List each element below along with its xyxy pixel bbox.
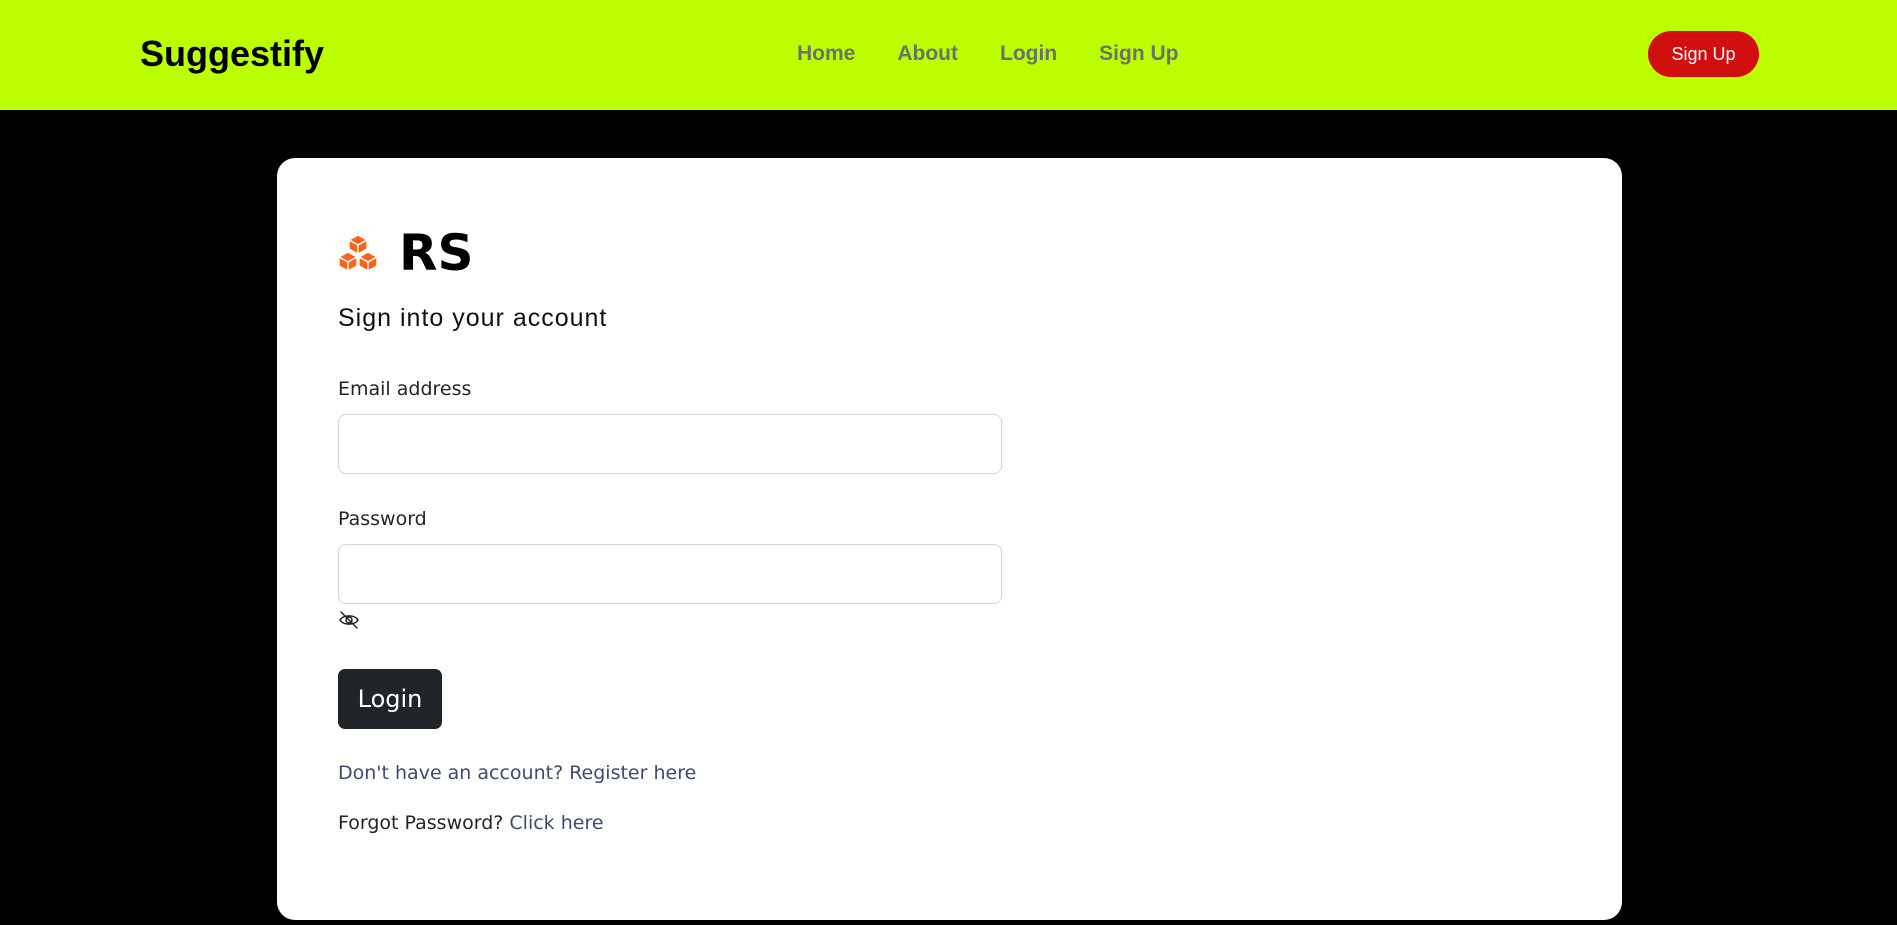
signup-button[interactable]: Sign Up — [1648, 31, 1759, 77]
register-link[interactable]: Don't have an account? Register here — [338, 762, 696, 784]
forgot-text: Forgot Password? — [338, 812, 504, 834]
eye-slash-icon[interactable] — [338, 610, 360, 630]
email-label: Email address — [338, 378, 472, 400]
forgot-link[interactable]: Click here — [509, 812, 603, 834]
email-field[interactable] — [338, 414, 1002, 474]
password-label: Password — [338, 508, 427, 530]
login-button[interactable]: Login — [338, 669, 442, 729]
nav-link-signup[interactable]: Sign Up — [1099, 40, 1178, 68]
page-title: Sign into your account — [338, 304, 608, 332]
nav-link-home[interactable]: Home — [797, 40, 855, 68]
forgot-line: Forgot Password? Click here — [338, 812, 604, 834]
logo-row: RS — [337, 223, 474, 283]
cubes-icon — [338, 234, 378, 272]
logo-text: RS — [399, 224, 474, 282]
navbar: Suggestify Home About Login Sign Up Sign… — [0, 0, 1897, 110]
brand-logo[interactable]: Suggestify — [140, 34, 324, 74]
nav-link-login[interactable]: Login — [1000, 40, 1057, 68]
register-line: Don't have an account? Register here — [338, 762, 696, 784]
nav-link-about[interactable]: About — [897, 40, 958, 68]
nav-links: Home About Login Sign Up — [797, 40, 1221, 68]
password-field[interactable] — [338, 544, 1002, 604]
login-card: RS Sign into your account Email address … — [277, 158, 1622, 920]
